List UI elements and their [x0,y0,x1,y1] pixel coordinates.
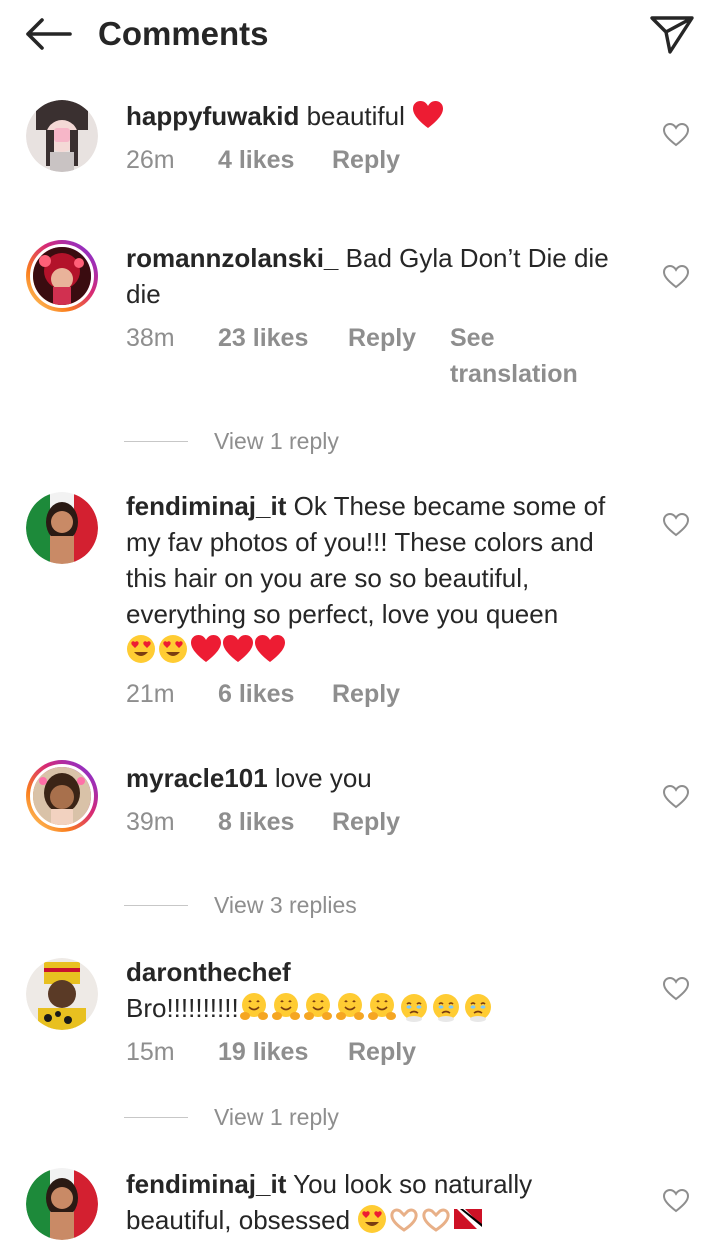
header-bar: Comments [0,0,720,70]
face-holding-back-tears-emoji [400,994,427,1022]
hugging-face-emoji [271,993,300,1020]
comment-likes[interactable]: 19 likes [218,1034,308,1070]
emoji-row [126,632,636,668]
like-heart-icon[interactable] [662,512,690,538]
comment-body: romannzolanski_ Bad Gyla Don’t Die die d… [126,240,636,312]
comment-item: fendiminaj_it Ok These became some of my… [0,488,720,728]
reply-button[interactable]: Reply [332,142,400,178]
comment-body: fendiminaj_it Ok These became some of my… [126,488,636,668]
red-heart-emoji [191,635,221,662]
comment-likes[interactable]: 6 likes [218,676,294,712]
reply-button[interactable]: Reply [348,1034,416,1070]
comment-username[interactable]: fendiminaj_it [126,491,286,521]
comment-time: 21m [126,680,175,708]
face-holding-back-tears-emoji [432,994,459,1022]
like-heart-icon[interactable] [662,976,690,1002]
comment-text-line: beautiful, obsessed [126,1205,351,1235]
comment-text-line: my fav photos of you!!! These colors and [126,527,594,557]
view-replies-label[interactable]: View 3 replies [214,890,357,920]
divider [124,1117,188,1118]
comment-text-line: You look so naturally [293,1169,533,1199]
comment-time: 39m [126,808,175,836]
reply-button[interactable]: Reply [332,804,400,840]
heart-hands-emoji [390,1208,418,1232]
comment-body: happyfuwakid beautiful [126,98,636,134]
like-heart-icon[interactable] [662,264,690,290]
reply-button[interactable]: Reply [332,676,400,712]
comment-item: daronthechef Bro!!!!!!!!!! 15m 19 likes … [0,954,720,1144]
comment-username[interactable]: daronthechef [126,954,636,990]
avatar[interactable] [26,240,98,312]
comment-time: 38m [126,324,175,352]
comment-text: beautiful [306,101,405,131]
comment-text-line: this hair on you are so so beautiful, [126,563,530,593]
hugging-face-emoji [239,993,268,1020]
avatar[interactable] [26,958,98,1030]
red-heart-emoji [223,635,253,662]
divider [124,441,188,442]
red-heart-emoji [255,635,285,662]
comment-username[interactable]: myracle101 [126,763,268,793]
see-translation-button[interactable]: See [450,320,494,356]
avatar[interactable] [26,1168,98,1240]
like-heart-icon[interactable] [662,784,690,810]
view-replies-label[interactable]: View 1 reply [214,426,339,456]
comment-body: daronthechef Bro!!!!!!!!!! [126,954,636,1026]
view-replies[interactable]: View 3 replies [124,890,524,920]
like-heart-icon[interactable] [662,1188,690,1214]
face-holding-back-tears-emoji [464,994,491,1022]
comment-time: 26m [126,146,175,174]
view-replies[interactable]: View 1 reply [124,1102,524,1132]
comment-likes[interactable]: 23 likes [218,320,308,356]
see-translation-button-line2[interactable]: translation [450,356,578,392]
red-heart-emoji [413,101,444,128]
comment-likes[interactable]: 4 likes [218,142,294,178]
hugging-face-emoji [335,993,364,1020]
comment-item: myracle101 love you 39m 8 likes Reply Vi… [0,760,720,930]
page-title: Comments [98,15,269,52]
avatar[interactable] [26,760,98,832]
comment-item: fendiminaj_it You look so naturally beau… [0,1164,720,1250]
comment-text: Bro!!!!!!!!!! [126,993,239,1023]
like-heart-icon[interactable] [662,122,690,148]
divider [124,905,188,906]
view-replies[interactable]: View 1 reply [124,426,524,456]
comment-text-line: Ok These became some of [293,491,606,521]
heart-hands-emoji [422,1208,450,1232]
hugging-face-emoji [367,993,396,1020]
comment-item: romannzolanski_ Bad Gyla Don’t Die die d… [0,240,720,460]
back-button[interactable] [22,14,74,54]
comment-likes[interactable]: 8 likes [218,804,294,840]
avatar[interactable] [26,100,98,172]
comment-body: fendiminaj_it You look so naturally beau… [126,1166,636,1238]
comment-item: happyfuwakid beautiful 26m 4 likes Reply [0,96,720,206]
heart-eyes-emoji [159,635,187,663]
comment-username[interactable]: fendiminaj_it [126,1169,286,1199]
paper-plane-icon [650,16,694,54]
comment-username[interactable]: happyfuwakid [126,101,299,131]
hugging-face-emoji [303,993,332,1020]
heart-eyes-emoji [358,1205,387,1233]
comment-time: 15m [126,1038,175,1066]
heart-eyes-emoji [127,635,155,663]
share-button[interactable] [648,12,696,56]
reply-button[interactable]: Reply [348,320,416,356]
flag-trinidad-tobago-icon [454,1209,483,1229]
avatar[interactable] [26,492,98,564]
arrow-left-icon [26,18,72,50]
view-replies-label[interactable]: View 1 reply [214,1102,339,1132]
comment-text-line: everything so perfect, love you queen [126,599,559,629]
comment-username[interactable]: romannzolanski_ [126,243,338,273]
comment-body: myracle101 love you [126,760,636,796]
comment-text: love you [274,763,372,793]
